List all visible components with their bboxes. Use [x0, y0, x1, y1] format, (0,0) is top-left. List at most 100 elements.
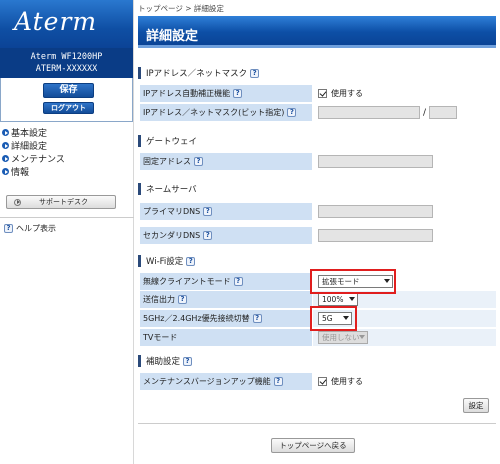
arrow-right-icon	[2, 142, 9, 149]
aterm-logo: Aterm	[0, 0, 133, 48]
section-ip-netmask: IPアドレス／ネットマスク ?	[138, 65, 496, 81]
sidebar-menu: 基本設定 詳細設定 メンテナンス 情報	[0, 126, 134, 178]
row-label: TVモード	[140, 329, 312, 346]
help-icon[interactable]: ?	[186, 256, 196, 266]
row-label: 無線クライアントモード ?	[140, 273, 312, 290]
sidebar-item-basic-settings[interactable]: 基本設定	[0, 126, 134, 139]
apply-settings-button[interactable]: 設定	[463, 398, 489, 413]
device-id: ATERM-XXXXXX	[35, 64, 98, 74]
tv-mode-select: 使用しない	[318, 331, 368, 344]
checkbox-label: 使用する	[331, 89, 363, 98]
label-text: メンテナンスバージョンアップ機能	[143, 377, 271, 386]
help-icon[interactable]: ?	[273, 377, 283, 386]
row-label: 5GHz／2.4GHz優先接続切替 ?	[140, 310, 312, 327]
chevron-down-icon	[349, 297, 355, 301]
highlight-box-band-preference	[310, 306, 357, 331]
row-value	[313, 227, 496, 244]
row-maintenance-version-up: メンテナンスバージョンアップ機能 ? 使用する	[140, 373, 496, 390]
logout-button[interactable]: ログアウト	[43, 102, 94, 114]
help-icon[interactable]: ?	[287, 108, 297, 117]
row-primary-dns: プライマリDNS ?	[140, 203, 496, 220]
arrow-right-icon	[2, 168, 9, 175]
arrow-right-icon	[2, 129, 9, 136]
checkbox-label: 使用する	[331, 377, 363, 386]
row-ip-auto-correct: IPアドレス自動補正機能 ? 使用する	[140, 85, 496, 102]
row-value: 使用する	[313, 373, 496, 390]
row-secondary-dns: セカンダリDNS ?	[140, 227, 496, 244]
row-label: 送信出力 ?	[140, 291, 312, 308]
sidebar-divider	[0, 217, 134, 218]
page-title: 詳細設定	[138, 16, 496, 48]
row-value	[313, 153, 496, 170]
row-fixed-address: 固定アドレス ?	[140, 153, 496, 170]
label-text: TVモード	[143, 333, 178, 342]
section-title: Wi-Fi設定	[146, 257, 184, 267]
back-to-top-button[interactable]: トップページへ戻る	[271, 438, 355, 453]
sidebar-item-maintenance[interactable]: メンテナンス	[0, 152, 134, 165]
help-icon[interactable]: ?	[203, 231, 213, 240]
breadcrumb: トップページ > 詳細設定	[138, 4, 224, 13]
label-text: 固定アドレス	[143, 157, 191, 166]
chevron-down-icon	[359, 335, 365, 339]
row-ip-netmask: IPアドレス／ネットマスク(ビット指定) ? /	[140, 104, 496, 121]
label-text: プライマリDNS	[143, 207, 201, 216]
row-label: メンテナンスバージョンアップ機能 ?	[140, 373, 312, 390]
secondary-dns-field	[318, 229, 433, 242]
help-icon[interactable]: ?	[233, 89, 243, 98]
help-icon[interactable]: ?	[183, 356, 193, 366]
sidebar-button-area: 保存 ログアウト	[0, 78, 133, 122]
help-icon[interactable]: ?	[252, 314, 262, 323]
model-name: Aterm WF1200HP	[30, 52, 103, 62]
sidebar-item-info[interactable]: 情報	[0, 165, 134, 178]
row-value: 使用しない	[313, 329, 496, 346]
support-desk-button[interactable]: サポートデスク	[6, 195, 116, 209]
sidebar-item-label: メンテナンス	[11, 155, 65, 165]
model-info: Aterm WF1200HP ATERM-XXXXXX	[0, 48, 133, 78]
help-icon[interactable]: ?	[233, 277, 243, 286]
help-icon[interactable]: ?	[250, 68, 260, 78]
sidebar: Aterm Aterm WF1200HP ATERM-XXXXXX 保存 ログア…	[0, 0, 134, 464]
ip-address-field	[318, 106, 420, 119]
label-text: IPアドレス／ネットマスク(ビット指定)	[143, 108, 285, 117]
section-title: 補助設定	[146, 357, 181, 367]
primary-dns-field	[318, 205, 433, 218]
arrow-right-icon	[14, 198, 21, 206]
row-tv-mode: TVモード 使用しない	[140, 329, 496, 346]
row-value	[313, 203, 496, 220]
slash-separator: /	[423, 107, 427, 118]
help-icon[interactable]: ?	[178, 295, 187, 304]
section-name-server: ネームサーバ	[138, 181, 496, 197]
label-text: 5GHz／2.4GHz優先接続切替	[143, 314, 250, 323]
maintenance-version-up-checkbox[interactable]	[318, 377, 327, 386]
help-icon: ?	[4, 224, 13, 233]
sidebar-item-label: 詳細設定	[11, 142, 48, 152]
row-label: セカンダリDNS ?	[140, 227, 312, 244]
main-divider	[138, 423, 496, 424]
ip-auto-correct-checkbox[interactable]	[318, 89, 327, 98]
row-label: IPアドレス／ネットマスク(ビット指定) ?	[140, 104, 312, 121]
netmask-bits-field	[429, 106, 458, 119]
label-text: IPアドレス自動補正機能	[143, 89, 231, 98]
support-desk-label: サポートデスク	[39, 198, 88, 206]
select-value: 使用しない	[322, 333, 360, 342]
save-button[interactable]: 保存	[43, 83, 94, 98]
highlight-box-client-mode	[310, 269, 396, 294]
sidebar-item-label: 情報	[11, 168, 30, 178]
help-icon[interactable]: ?	[203, 207, 213, 216]
sidebar-item-label: 基本設定	[11, 129, 48, 139]
section-title: ゲートウェイ	[146, 137, 198, 147]
label-text: 送信出力	[143, 295, 175, 304]
section-wifi: Wi-Fi設定 ?	[138, 253, 496, 269]
section-gateway: ゲートウェイ	[138, 133, 496, 149]
tx-power-select[interactable]: 100%	[318, 293, 358, 306]
help-display-link[interactable]: ? ヘルプ表示	[4, 223, 56, 234]
row-label: プライマリDNS ?	[140, 203, 312, 220]
help-display-label: ヘルプ表示	[16, 224, 56, 233]
sidebar-item-advanced-settings[interactable]: 詳細設定	[0, 139, 134, 152]
help-icon[interactable]: ?	[194, 157, 203, 166]
label-text: セカンダリDNS	[143, 231, 201, 240]
row-value: 使用する	[313, 85, 496, 102]
section-title: IPアドレス／ネットマスク	[146, 69, 248, 79]
section-title: ネームサーバ	[146, 185, 197, 195]
label-text: 無線クライアントモード	[143, 277, 231, 286]
